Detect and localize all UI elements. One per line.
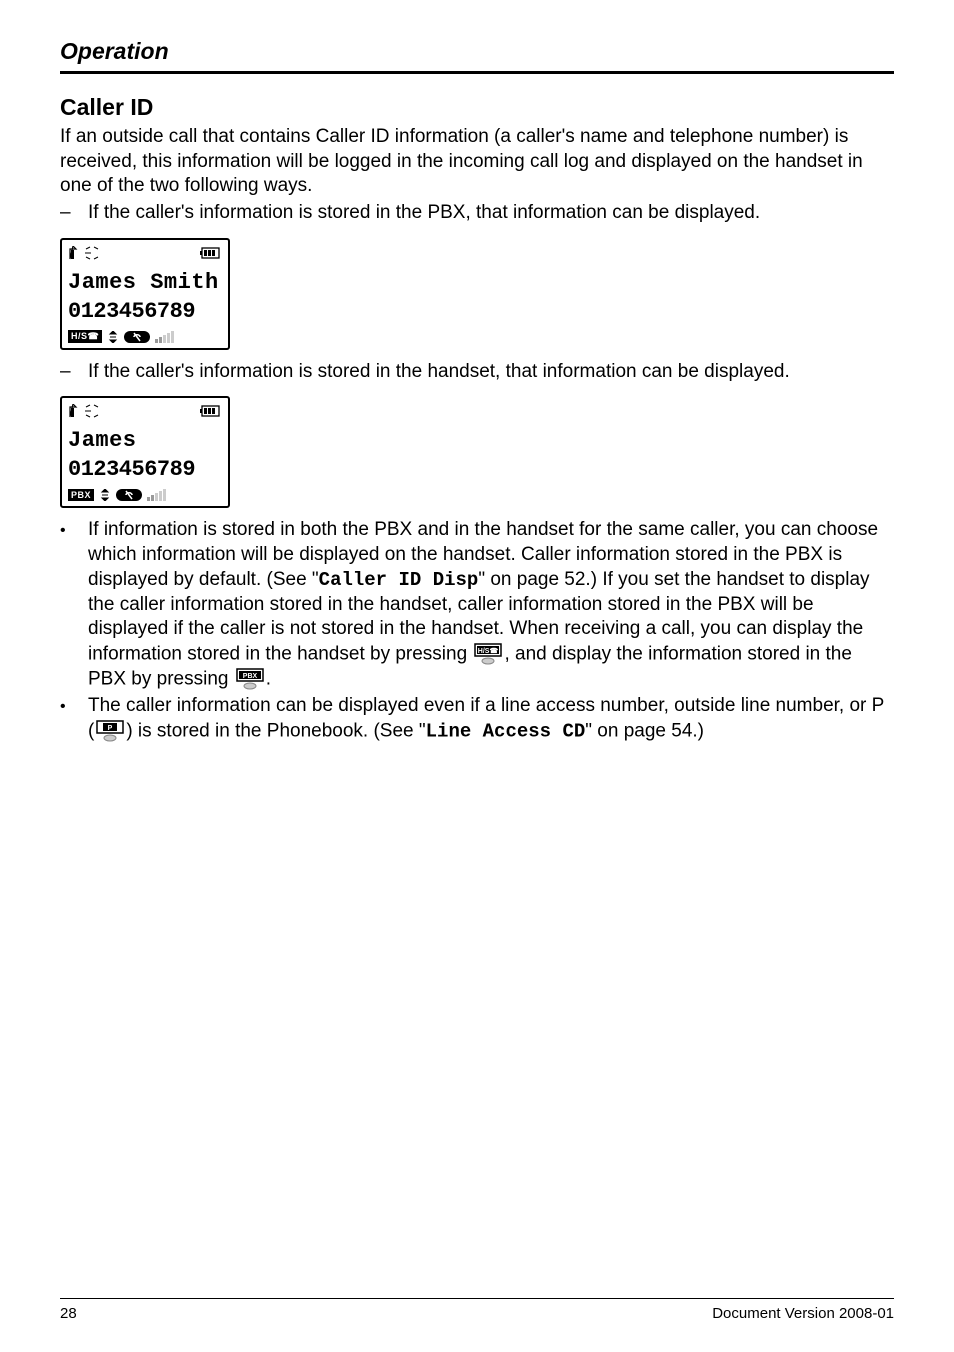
code-line-access-cd: Line Access CD <box>426 720 586 742</box>
bullet-content: The caller information can be displayed … <box>88 694 894 744</box>
bullet-content: If information is stored in both the PBX… <box>88 518 894 692</box>
list-content: If the caller's information is stored in… <box>88 360 894 385</box>
source-badge-pbx: PBX <box>68 489 94 501</box>
section-title-caller-id: Caller ID <box>60 94 894 121</box>
nav-icon <box>99 489 111 501</box>
bullet-item-line-access: The caller information can be displayed … <box>60 694 894 744</box>
battery-icon <box>200 247 222 259</box>
doc-version: Document Version 2008-01 <box>712 1305 894 1322</box>
svg-text:P: P <box>108 725 113 732</box>
dash-marker: – <box>60 201 88 226</box>
softkey-p-icon: P <box>96 719 124 744</box>
page-footer: 28 Document Version 2008-01 <box>60 1298 894 1322</box>
signal-icon <box>68 246 108 260</box>
dash-marker: – <box>60 360 88 385</box>
softkey-hs-icon: H/S☎ <box>474 642 502 667</box>
signal-icon <box>68 404 108 418</box>
bullet-marker <box>60 694 88 744</box>
list-item-handset-info: – If the caller's information is stored … <box>60 360 894 385</box>
svg-text:H/S☎: H/S☎ <box>478 647 499 655</box>
bars-icon <box>155 331 185 343</box>
handset-display-handset: James 0123456789 PBX <box>60 396 230 508</box>
source-badge-hs: H/S☎ <box>68 330 102 343</box>
caller-name: James <box>68 428 222 453</box>
nav-icon <box>107 331 119 343</box>
caller-number: 0123456789 <box>68 457 222 482</box>
mute-pill-icon <box>116 489 142 501</box>
svg-text:PBX: PBX <box>243 673 258 680</box>
caller-number: 0123456789 <box>68 299 222 324</box>
caller-name: James Smith <box>68 270 222 295</box>
bullet-marker <box>60 518 88 692</box>
mute-pill-icon <box>124 331 150 343</box>
bullet-item-both-stored: If information is stored in both the PBX… <box>60 518 894 692</box>
code-caller-id-disp: Caller ID Disp <box>319 569 479 591</box>
bars-icon <box>147 489 177 501</box>
intro-paragraph: If an outside call that contains Caller … <box>60 125 894 199</box>
page-header: Operation <box>60 38 894 74</box>
list-content: If the caller's information is stored in… <box>88 201 894 226</box>
handset-display-pbx: James Smith 0123456789 H/S☎ <box>60 238 230 350</box>
list-item-pbx-info: – If the caller's information is stored … <box>60 201 894 226</box>
softkey-pbx-icon: PBX <box>236 667 264 692</box>
page-number: 28 <box>60 1305 77 1322</box>
battery-icon <box>200 405 222 417</box>
